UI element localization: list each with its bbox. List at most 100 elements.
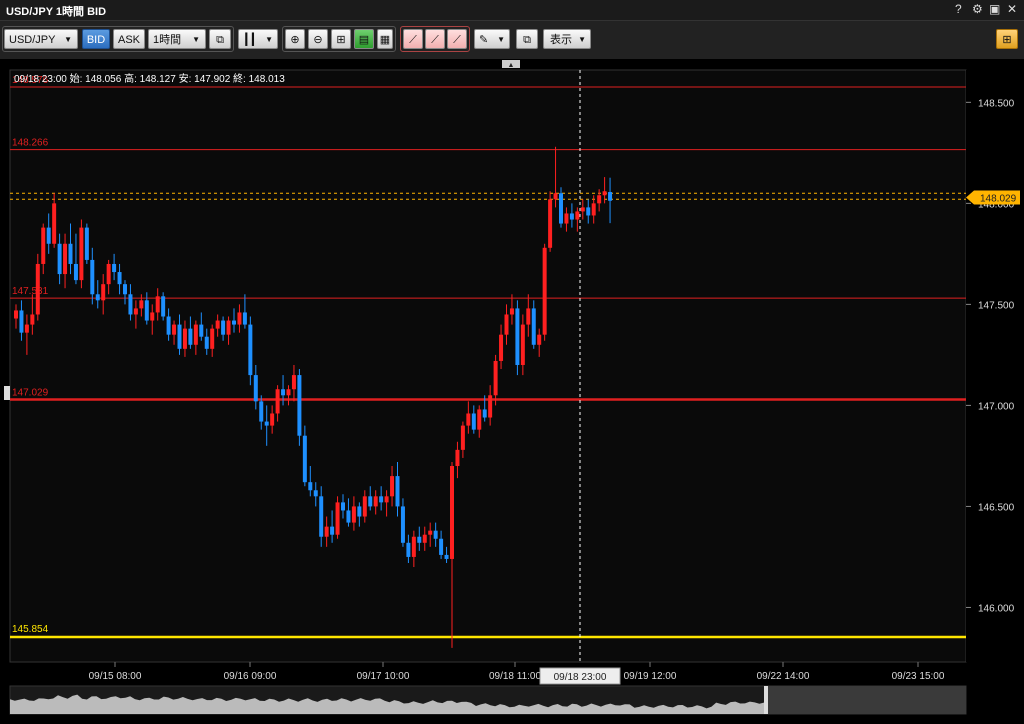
- candle-body: [368, 496, 373, 507]
- candle-body: [112, 263, 117, 273]
- candle-body: [210, 328, 215, 349]
- candle-body: [471, 413, 476, 430]
- candle-body: [286, 389, 291, 396]
- candle-body: [275, 389, 280, 414]
- candle-body: [591, 203, 596, 216]
- screenshot-button[interactable]: ⧉: [516, 29, 538, 49]
- chart-type-button[interactable]: ┃┃ ▼: [238, 29, 278, 49]
- symbol-select[interactable]: USD/JPY ▼: [4, 29, 78, 49]
- fit-chart-button[interactable]: ⊞: [331, 29, 351, 49]
- link-chart-button[interactable]: ⧉: [209, 29, 231, 49]
- candle-body: [493, 360, 498, 396]
- candle-body: [504, 314, 509, 335]
- window-title: USD/JPY 1時間 BID: [6, 6, 107, 18]
- candle-body: [341, 502, 345, 511]
- candle-body: [253, 375, 258, 402]
- candle-body: [182, 328, 187, 349]
- zoom-out-button[interactable]: ⊖: [308, 29, 328, 49]
- y-axis-tick-label: 147.500: [978, 300, 1015, 311]
- candle-body: [400, 506, 405, 543]
- candle-body: [520, 324, 525, 365]
- candle-body: [330, 526, 335, 535]
- candlestick-chart[interactable]: ▲ 148.576148.266147.531147.029145.854 14…: [0, 60, 1024, 719]
- edit-line-button[interactable]: ⟋: [425, 29, 445, 49]
- x-axis-tick-label: 09/23 15:00: [892, 671, 945, 682]
- candle-body: [101, 284, 106, 301]
- candle-body: [52, 203, 57, 244]
- candle-body: [90, 259, 95, 295]
- candle-body: [390, 476, 395, 497]
- candle-body: [30, 314, 35, 325]
- plot-area: [9, 69, 967, 663]
- candle-body: [133, 308, 138, 315]
- edit-line-icon: ⟋: [431, 34, 439, 46]
- candle-body: [362, 496, 367, 517]
- candle-body: [433, 530, 438, 539]
- candle-body: [291, 375, 296, 390]
- candle-body: [106, 263, 111, 285]
- candle-body: [68, 243, 73, 264]
- candle-body: [313, 490, 318, 497]
- y-axis-tick-label: 148.500: [978, 98, 1015, 109]
- pencil-icon: ✎: [479, 34, 489, 46]
- settings-icon[interactable]: ⚙: [972, 2, 983, 16]
- table-view-button[interactable]: ▦: [377, 29, 393, 49]
- layout-button[interactable]: ⊞: [996, 29, 1018, 49]
- candle-body: [406, 542, 411, 557]
- symbol-select-label: USD/JPY: [9, 34, 56, 46]
- close-icon[interactable]: ✕: [1007, 2, 1017, 16]
- display-menu-button[interactable]: 表示 ▼: [543, 29, 591, 49]
- left-scroll-handle[interactable]: [4, 386, 10, 400]
- timeframe-select-label: 1時間: [153, 34, 182, 46]
- candle-body: [395, 476, 400, 507]
- candle-body: [569, 213, 574, 220]
- candle-body: [553, 193, 558, 200]
- candle-body: [335, 502, 340, 535]
- help-icon[interactable]: ?: [955, 2, 962, 16]
- candle-body: [150, 312, 155, 321]
- ask-button[interactable]: ASK: [113, 29, 145, 49]
- candle-body: [357, 506, 362, 517]
- candle-body: [308, 482, 313, 491]
- candle-body: [63, 243, 68, 275]
- chevron-down-icon: ▼: [265, 35, 273, 44]
- candle-body: [422, 534, 427, 543]
- candle-body: [221, 320, 226, 335]
- horizontal-line-label: 147.029: [12, 388, 49, 399]
- x-axis-tick-label: 09/22 14:00: [757, 671, 810, 682]
- candle-body: [477, 409, 482, 430]
- candle-body: [248, 324, 253, 376]
- candle-body: [411, 536, 416, 557]
- link-icon: ⧉: [216, 34, 224, 46]
- add-line-icon: ⟋: [409, 34, 417, 46]
- navigator-window[interactable]: [765, 686, 966, 714]
- order-panel-button[interactable]: ▤: [354, 29, 374, 49]
- current-price-label: 148.029: [980, 193, 1017, 204]
- crosshair-time-label: 09/18 23:00: [554, 672, 607, 683]
- candle-body: [428, 530, 433, 535]
- candle-body: [281, 389, 286, 396]
- bid-button[interactable]: BID: [82, 29, 110, 49]
- candle-body: [123, 284, 127, 295]
- candle-body: [439, 538, 444, 555]
- collapse-arrow-icon: ▲: [508, 62, 515, 69]
- delete-line-button[interactable]: ⟋: [447, 29, 467, 49]
- candle-body: [144, 300, 149, 321]
- draw-tool-button[interactable]: ✎ ▼: [474, 29, 510, 49]
- y-axis-panel: [966, 70, 1024, 662]
- candle-body: [373, 496, 378, 507]
- candle-body: [575, 211, 580, 220]
- fit-icon: ⊞: [336, 34, 346, 46]
- candle-body: [84, 227, 89, 260]
- navigator-handle[interactable]: [764, 686, 768, 714]
- zoom-in-button[interactable]: ⊕: [285, 29, 305, 49]
- candle-body: [19, 310, 24, 333]
- timeframe-select[interactable]: 1時間 ▼: [148, 29, 206, 49]
- candle-body: [580, 207, 585, 212]
- candle-body: [204, 336, 209, 349]
- maximize-icon[interactable]: ▣: [989, 2, 1000, 16]
- add-line-button[interactable]: ⟋: [403, 29, 423, 49]
- chart-area[interactable]: ▲ 148.576 148.266 147.531 147.029 145.854 14…: [0, 60, 1024, 719]
- candle-body: [270, 413, 275, 426]
- candle-body: [302, 435, 307, 483]
